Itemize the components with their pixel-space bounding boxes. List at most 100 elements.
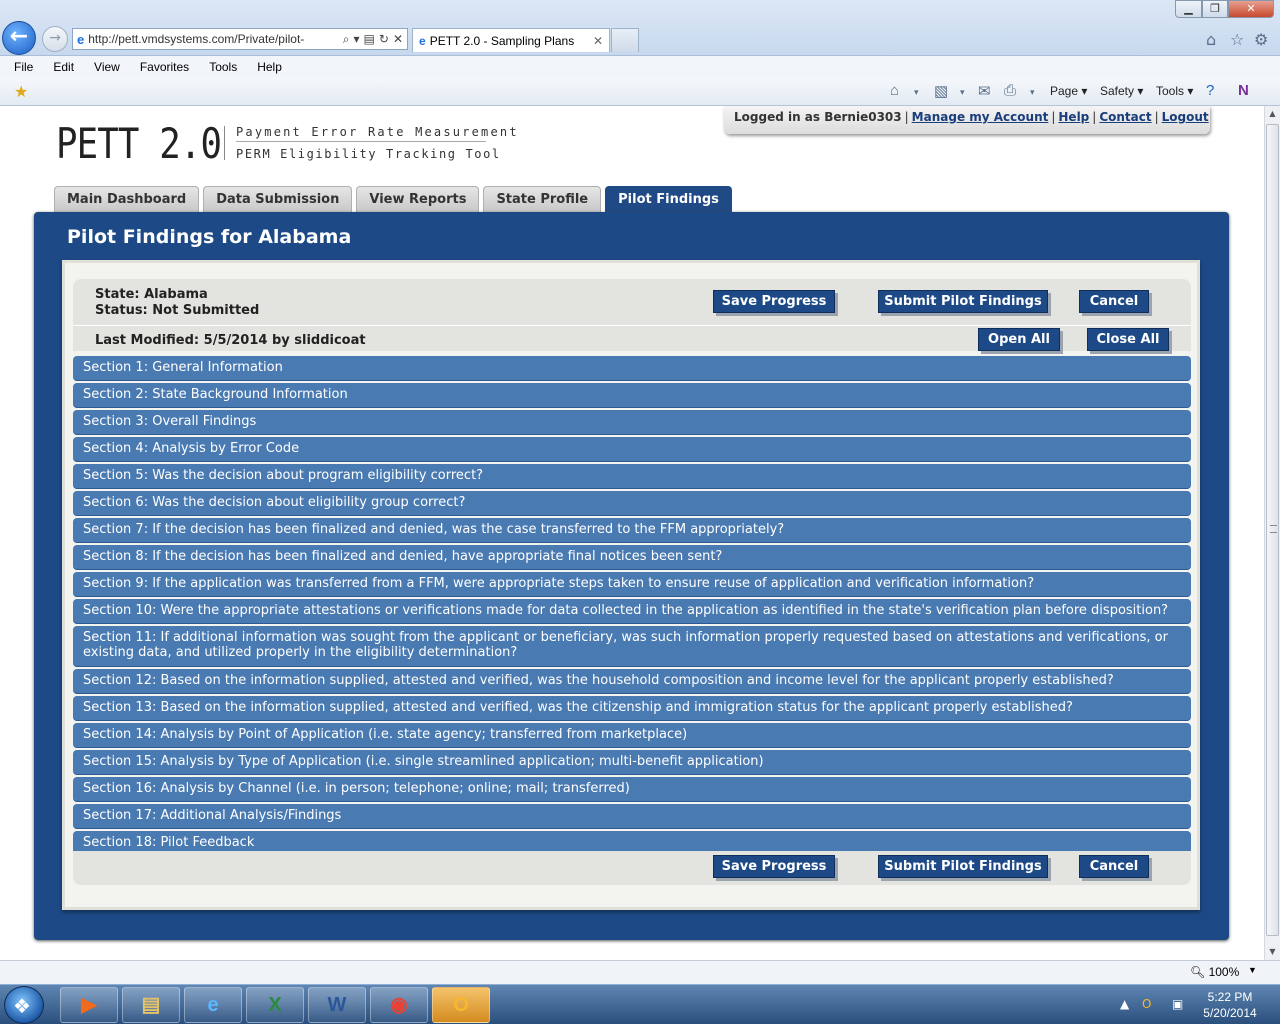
home-icon[interactable]: ⌂ — [1206, 30, 1216, 49]
print-icon[interactable]: ⎙ — [1004, 82, 1016, 99]
zoom-dropdown-icon[interactable]: ▼ — [1248, 965, 1257, 975]
refresh-icon[interactable]: ↻ — [379, 32, 389, 46]
tab-close-icon[interactable]: ✕ — [593, 34, 603, 48]
cancel-button-bottom[interactable]: Cancel — [1079, 855, 1149, 878]
section-9[interactable]: Section 9: If the application was transf… — [73, 572, 1191, 597]
section-1[interactable]: Section 1: General Information — [73, 356, 1191, 381]
logo-rule — [236, 141, 486, 142]
restore-button[interactable]: ❐ — [1202, 0, 1228, 18]
tray-office-icon[interactable]: O — [1142, 997, 1151, 1011]
page-menu[interactable]: Page ▾ — [1050, 84, 1087, 98]
scroll-thumb[interactable] — [1266, 124, 1279, 936]
onenote-icon[interactable]: N — [1238, 82, 1249, 99]
favorites-bar-star-icon[interactable]: ★ — [14, 82, 28, 102]
scroll-grip — [1270, 525, 1277, 533]
section-4[interactable]: Section 4: Analysis by Error Code — [73, 437, 1191, 462]
save-progress-button[interactable]: Save Progress — [713, 290, 835, 313]
logo-subtitle-2: PERM Eligibility Tracking Tool — [236, 147, 501, 161]
stop-icon[interactable]: ✕ — [393, 32, 403, 46]
dropdown-arrow-icon[interactable]: ▾ — [354, 32, 360, 46]
scroll-down-arrow-icon[interactable]: ▼ — [1265, 944, 1280, 960]
file-explorer-icon[interactable]: ▤ — [122, 987, 180, 1023]
tools-menu[interactable]: Tools ▾ — [1156, 84, 1193, 98]
open-all-button[interactable]: Open All — [978, 328, 1060, 351]
manage-account-link[interactable]: Manage my Account — [912, 110, 1049, 124]
save-progress-button-bottom[interactable]: Save Progress — [713, 855, 835, 878]
feeds-dropdown-icon[interactable]: ▾ — [960, 87, 965, 98]
help-link[interactable]: Help — [1058, 110, 1089, 124]
start-button[interactable]: ❖ — [4, 986, 44, 1024]
section-10[interactable]: Section 10: Were the appropriate attesta… — [73, 599, 1191, 624]
section-6[interactable]: Section 6: Was the decision about eligib… — [73, 491, 1191, 516]
settings-gear-icon[interactable]: ⚙ — [1254, 30, 1268, 49]
tray-expand-icon[interactable]: ▲ — [1120, 997, 1129, 1011]
submit-pilot-findings-button-bottom[interactable]: Submit Pilot Findings — [878, 855, 1048, 878]
section-14[interactable]: Section 14: Analysis by Point of Applica… — [73, 723, 1191, 748]
section-13[interactable]: Section 13: Based on the information sup… — [73, 696, 1191, 721]
browser-tab-active[interactable]: e PETT 2.0 - Sampling Plans ✕ — [412, 28, 610, 52]
cancel-button[interactable]: Cancel — [1079, 290, 1149, 313]
address-bar[interactable]: e http://pett.vmdsystems.com/Private/pil… — [72, 28, 408, 50]
tray-network-icon[interactable]: ▣ — [1172, 997, 1183, 1011]
menu-view[interactable]: View — [92, 60, 122, 74]
system-clock[interactable]: 5:22 PM 5/20/2014 — [1200, 989, 1260, 1021]
menu-file[interactable]: File — [12, 60, 35, 74]
tab-state-profile[interactable]: State Profile — [483, 186, 602, 212]
zoom-magnifier-icon: 🔍︎ — [1190, 965, 1206, 979]
zoom-level[interactable]: 🔍︎ 100% — [1190, 965, 1239, 979]
scroll-up-arrow-icon[interactable]: ▲ — [1265, 106, 1280, 122]
tab-main-dashboard[interactable]: Main Dashboard — [54, 186, 200, 212]
excel-icon[interactable]: X — [246, 987, 304, 1023]
section-16[interactable]: Section 16: Analysis by Channel (i.e. in… — [73, 777, 1191, 802]
clock-time: 5:22 PM — [1207, 990, 1253, 1004]
logo-subtitle-1: Payment Error Rate Measurement — [236, 125, 519, 139]
close-window-button[interactable]: ✕ — [1228, 0, 1274, 18]
outlook-icon[interactable]: O — [432, 987, 490, 1023]
menu-bar: File Edit View Favorites Tools Help — [0, 56, 1280, 78]
search-icon[interactable]: ⌕ — [343, 32, 350, 47]
mail-icon[interactable]: ✉ — [978, 82, 991, 100]
section-12[interactable]: Section 12: Based on the information sup… — [73, 669, 1191, 694]
forward-button[interactable]: → — [42, 26, 68, 52]
section-8[interactable]: Section 8: If the decision has been fina… — [73, 545, 1191, 570]
home-dropdown-icon[interactable]: ▾ — [914, 87, 919, 98]
new-tab-button[interactable] — [611, 28, 639, 52]
command-bar: ★ ⌂ ▾ ▧ ▾ ✉ ⎙ ▾ Page ▾ Safety ▾ Tools ▾ … — [0, 78, 1280, 106]
minimize-button[interactable]: ▁ — [1175, 0, 1202, 18]
help-icon[interactable]: ? — [1206, 82, 1214, 99]
section-5[interactable]: Section 5: Was the decision about progra… — [73, 464, 1191, 489]
home-page-icon[interactable]: ⌂ — [890, 82, 899, 99]
section-7[interactable]: Section 7: If the decision has been fina… — [73, 518, 1191, 543]
tab-view-reports[interactable]: View Reports — [356, 186, 480, 212]
section-15[interactable]: Section 15: Analysis by Type of Applicat… — [73, 750, 1191, 775]
state-label: State: Alabama — [95, 287, 208, 302]
close-all-button[interactable]: Close All — [1087, 328, 1169, 351]
section-17[interactable]: Section 17: Additional Analysis/Findings — [73, 804, 1191, 829]
favorites-star-icon[interactable]: ☆ — [1230, 30, 1244, 49]
internet-explorer-icon[interactable]: e — [184, 987, 242, 1023]
word-icon[interactable]: W — [308, 987, 366, 1023]
back-button[interactable]: ← — [2, 21, 36, 55]
tab-data-submission[interactable]: Data Submission — [203, 186, 353, 212]
media-player-icon[interactable]: ▶ — [60, 987, 118, 1023]
section-3[interactable]: Section 3: Overall Findings — [73, 410, 1191, 435]
vertical-scrollbar[interactable]: ▲ ▼ — [1264, 106, 1280, 960]
contact-link[interactable]: Contact — [1099, 110, 1151, 124]
menu-favorites[interactable]: Favorites — [138, 60, 191, 74]
compat-view-icon[interactable]: ▤ — [364, 32, 375, 46]
logout-link[interactable]: Logout — [1162, 110, 1209, 124]
menu-tools[interactable]: Tools — [207, 60, 239, 74]
chrome-icon[interactable]: ◉ — [370, 987, 428, 1023]
section-11[interactable]: Section 11: If additional information wa… — [73, 626, 1191, 667]
print-dropdown-icon[interactable]: ▾ — [1030, 87, 1035, 98]
header-divider — [73, 325, 1191, 326]
tab-pilot-findings[interactable]: Pilot Findings — [605, 186, 732, 212]
ie-tab-icon: e — [419, 33, 426, 48]
feeds-icon[interactable]: ▧ — [934, 82, 948, 100]
menu-edit[interactable]: Edit — [51, 60, 76, 74]
submit-pilot-findings-button[interactable]: Submit Pilot Findings — [878, 290, 1048, 313]
address-url[interactable]: http://pett.vmdsystems.com/Private/pilot… — [88, 32, 339, 46]
section-2[interactable]: Section 2: State Background Information — [73, 383, 1191, 408]
menu-help[interactable]: Help — [255, 60, 284, 74]
safety-menu[interactable]: Safety ▾ — [1100, 84, 1143, 98]
